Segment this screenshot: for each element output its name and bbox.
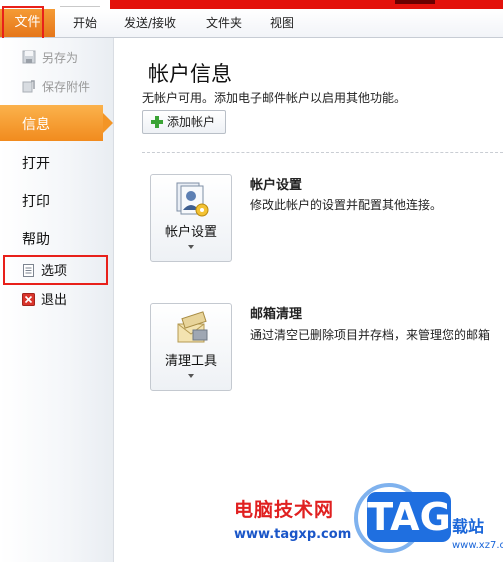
tab-home[interactable]: 开始	[73, 9, 97, 37]
title-bar-accent	[110, 0, 503, 9]
nav-help[interactable]: 帮助	[22, 229, 50, 249]
account-settings-description: 修改此帐户的设置并配置其他连接。	[250, 198, 443, 212]
exit-icon	[22, 293, 35, 306]
highlight-box-options	[3, 255, 108, 285]
nav-info[interactable]: 信息	[0, 105, 113, 141]
cleanup-tools-icon	[177, 311, 208, 343]
section-divider	[142, 152, 503, 153]
nav-save-as[interactable]: 另存为	[22, 48, 78, 68]
quick-access-toolbar[interactable]	[60, 0, 100, 7]
account-settings-icon	[176, 182, 209, 217]
watermark-side-text: 载站	[452, 517, 485, 536]
watermark-side-url: www.xz7.com	[452, 540, 503, 551]
nav-active-arrow	[103, 113, 113, 133]
tab-folder[interactable]: 文件夹	[206, 9, 242, 37]
add-account-button[interactable]: 添加帐户	[142, 110, 226, 134]
nav-open[interactable]: 打开	[22, 153, 50, 173]
tag-logo-text: TAG	[367, 495, 451, 539]
nav-info-label: 信息	[22, 117, 50, 133]
nav-print[interactable]: 打印	[22, 191, 50, 211]
account-settings-title: 帐户设置	[250, 178, 303, 193]
mailbox-cleanup-title: 邮箱清理	[250, 307, 303, 322]
nav-exit-label: 退出	[41, 293, 68, 308]
cleanup-tools-button[interactable]: 清理工具	[150, 303, 232, 391]
nav-exit[interactable]: 退出	[22, 291, 67, 311]
tab-send-receive[interactable]: 发送/接收	[124, 9, 176, 37]
attachment-icon	[22, 80, 35, 93]
backstage-nav: 另存为 保存附件 信息 打开 打印 帮助 选项 退出	[0, 38, 114, 562]
save-as-icon	[22, 50, 36, 64]
nav-save-attachments[interactable]: 保存附件	[22, 77, 90, 97]
page-title: 帐户信息	[148, 62, 232, 86]
nav-save-as-label: 另存为	[42, 51, 79, 65]
chevron-down-icon	[188, 245, 194, 249]
chevron-down-icon	[188, 374, 194, 378]
tag-logo-icon: TAG	[354, 483, 451, 553]
add-account-label: 添加帐户	[167, 115, 216, 129]
watermark-url: www.tagxp.com	[234, 527, 352, 542]
mailbox-cleanup-description: 通过清空已删除项目并存档，来管理您的邮箱	[250, 328, 491, 342]
title-bar-text-fragment	[395, 0, 435, 4]
account-settings-button-label: 帐户设置	[164, 225, 217, 240]
account-settings-button[interactable]: 帐户设置	[150, 174, 232, 262]
tab-view[interactable]: 视图	[270, 9, 294, 37]
title-bar	[0, 0, 503, 9]
plus-icon	[151, 116, 163, 128]
watermark-site-name: 电脑技术网	[234, 499, 335, 521]
cleanup-tools-button-label: 清理工具	[164, 354, 217, 369]
page-subtitle: 无帐户可用。添加电子邮件帐户以启用其他功能。	[142, 91, 407, 105]
nav-save-attachments-label: 保存附件	[42, 80, 91, 94]
ribbon-tabs: 文件 开始 发送/接收 文件夹 视图	[0, 9, 503, 38]
